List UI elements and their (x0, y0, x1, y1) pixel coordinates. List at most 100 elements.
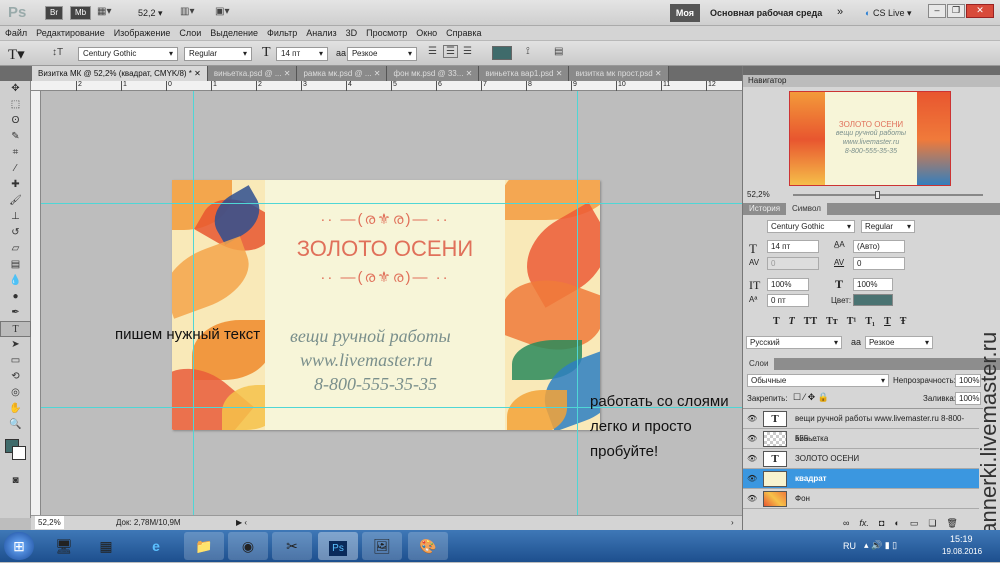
workspace-more-button[interactable]: » (837, 6, 843, 18)
tab-vinetka[interactable]: виньетка.psd @ ... ✕ (207, 66, 298, 81)
char-leading-field[interactable]: (Авто) (853, 240, 905, 253)
faux-italic-button[interactable]: T (789, 316, 795, 327)
tab-vinetka-var1[interactable]: виньетка вар1.psd ✕ (479, 66, 570, 81)
move-tool-icon[interactable]: ✥ (0, 81, 31, 97)
color-swatches[interactable] (0, 433, 30, 473)
add-mask-icon[interactable]: ◘ (879, 518, 884, 529)
warp-text-icon[interactable]: ⟟ (526, 46, 530, 57)
layer-row[interactable]: 👁 Tвещи ручной работы www.livemaster.ru 8… (743, 409, 979, 443)
taskbar-app-ie-icon[interactable]: e (136, 532, 176, 560)
zoom-tool-icon[interactable]: 🔍 (0, 417, 31, 433)
layer-row[interactable]: 👁 Фон (743, 489, 979, 509)
guide[interactable] (577, 91, 578, 515)
pen-tool-icon[interactable]: ✒ (0, 305, 31, 321)
new-group-icon[interactable]: ▭ (910, 518, 919, 529)
healing-tool-icon[interactable]: ✚ (0, 177, 31, 193)
language-select[interactable]: Русский ▾ (746, 336, 842, 349)
navigator-title[interactable]: Навигатор (748, 76, 786, 85)
history-brush-tool-icon[interactable]: ↺ (0, 225, 31, 241)
eye-icon[interactable]: 👁 (747, 489, 761, 509)
3d-orbit-tool-icon[interactable]: ◎ (0, 385, 31, 401)
char-vscale-field[interactable]: 100% (767, 278, 809, 291)
lock-icons[interactable]: ☐ ⁄ ✥ 🔒 (793, 392, 829, 403)
path-selection-tool-icon[interactable]: ➤ (0, 337, 31, 353)
type-tool-preset-icon[interactable]: T▾ (8, 45, 25, 64)
layer-row-selected[interactable]: 👁 квадрат (743, 469, 979, 489)
char-baseline-field[interactable]: 0 пт (767, 294, 809, 307)
taskbar-app-scissors-icon[interactable]: ✂ (272, 532, 312, 560)
taskbar-app-photoshop-icon[interactable]: Ps (318, 532, 358, 560)
font-size-select[interactable]: 14 пт ▾ (276, 47, 328, 61)
mini-bridge-button[interactable]: Mb (70, 6, 92, 20)
clock-time[interactable]: 15:19 (950, 534, 973, 544)
gradient-tool-icon[interactable]: ▤ (0, 257, 31, 273)
layer-row[interactable]: 👁 T ЗОЛОТО ОСЕНИ (743, 449, 979, 469)
menu-window[interactable]: Окно (416, 28, 437, 38)
adjustment-layer-icon[interactable]: ◐ (894, 518, 899, 529)
tray-icons[interactable]: ▴ 🔊 ▮ ▯ (864, 540, 897, 551)
taskbar-app-photo-viewer-icon[interactable]: 🖼 (362, 532, 402, 560)
tab-ramka[interactable]: рамка мк.psd @ ... ✕ (297, 66, 388, 81)
hand-tool-icon[interactable]: ✋ (0, 401, 31, 417)
navigator-zoom[interactable]: 52,2% (747, 190, 770, 199)
screen-mode-icon[interactable]: ▣▾ (215, 6, 229, 17)
document-canvas[interactable]: ·· ―(ര⚜ര)― ·· ЗОЛОТО ОСЕНИ ·· ―(ര⚜ര)― ··… (41, 91, 742, 515)
lasso-tool-icon[interactable]: ʘ (0, 113, 31, 129)
close-button[interactable]: ✕ (966, 4, 994, 18)
dodge-tool-icon[interactable]: ● (0, 289, 31, 305)
subscript-button[interactable]: T₁ (865, 316, 875, 327)
char-kerning-field[interactable]: 0 (767, 257, 819, 270)
char-size-field[interactable]: 14 пт (767, 240, 819, 253)
menu-filter[interactable]: Фильтр (267, 28, 297, 38)
clone-stamp-tool-icon[interactable]: ⊥ (0, 209, 31, 225)
menu-3d[interactable]: 3D (346, 28, 358, 38)
guide[interactable] (193, 91, 194, 515)
char-style-select[interactable]: Regular ▾ (861, 220, 915, 233)
antialias-select[interactable]: Резкое ▾ (347, 47, 417, 61)
cs-live-button[interactable]: ◐ CS Live ▾ (865, 8, 912, 19)
quick-mask-icon[interactable]: ◙ (0, 473, 31, 489)
brush-tool-icon[interactable]: 🖌 (0, 193, 31, 209)
restore-button[interactable]: ❐ (947, 4, 965, 18)
strikethrough-button[interactable]: Ŧ (900, 316, 907, 327)
workspace-my-button[interactable]: Моя (670, 4, 700, 22)
delete-layer-icon[interactable]: 🗑 (946, 518, 957, 529)
font-style-select[interactable]: Regular ▾ (184, 47, 252, 61)
taskbar-app-calculator-icon[interactable]: ▦ (86, 532, 126, 560)
eye-icon[interactable]: 👁 (747, 409, 761, 429)
status-zoom[interactable]: 52,2% (35, 516, 64, 529)
tab-character[interactable]: Символ (786, 203, 827, 215)
fx-icon[interactable]: fx. (859, 518, 869, 529)
align-left-icon[interactable]: ☰ (428, 46, 437, 57)
character-panel-icon[interactable]: ▤ (554, 46, 563, 57)
guide[interactable] (41, 203, 742, 204)
slider-handle[interactable] (875, 191, 880, 199)
scroll-right-icon[interactable]: › (731, 516, 734, 530)
crop-tool-icon[interactable]: ⌗ (0, 145, 31, 161)
minimize-button[interactable]: – (928, 4, 946, 18)
menu-layers[interactable]: Слои (179, 28, 201, 38)
background-color[interactable] (12, 446, 26, 460)
tab-vizitka[interactable]: Визитка МК @ 52,2% (квадрат, CMYK/8) * ✕ (32, 66, 208, 81)
taskbar-app-explorer-icon[interactable]: 📁 (184, 532, 224, 560)
menu-help[interactable]: Справка (446, 28, 481, 38)
small-caps-button[interactable]: Tт (826, 316, 838, 327)
eye-icon[interactable]: 👁 (747, 469, 761, 489)
eraser-tool-icon[interactable]: ▱ (0, 241, 31, 257)
type-tool-icon[interactable]: T (0, 321, 31, 337)
status-menu-arrow-icon[interactable]: ▶ ‹ (236, 516, 247, 530)
zoom-level-dropdown[interactable]: 52,2 ▾ (138, 8, 163, 19)
bridge-button[interactable]: Br (45, 6, 63, 20)
tab-layers[interactable]: Слои (743, 358, 775, 370)
blur-tool-icon[interactable]: 💧 (0, 273, 31, 289)
tab-fon[interactable]: фон мк.psd @ 33... ✕ (387, 66, 480, 81)
menu-image[interactable]: Изображение (114, 28, 171, 38)
align-center-icon[interactable]: ☰ (443, 45, 458, 58)
menu-select[interactable]: Выделение (210, 28, 258, 38)
navigator-preview[interactable]: ЗОЛОТО ОСЕНИ вещи ручной работы www.live… (789, 91, 951, 186)
blend-mode-select[interactable]: Обычные ▾ (747, 374, 889, 387)
align-right-icon[interactable]: ☰ (463, 46, 472, 57)
taskbar-app-paint-icon[interactable]: 🎨 (408, 532, 448, 560)
char-hscale-field[interactable]: 100% (853, 278, 893, 291)
language-indicator[interactable]: RU (843, 541, 856, 551)
